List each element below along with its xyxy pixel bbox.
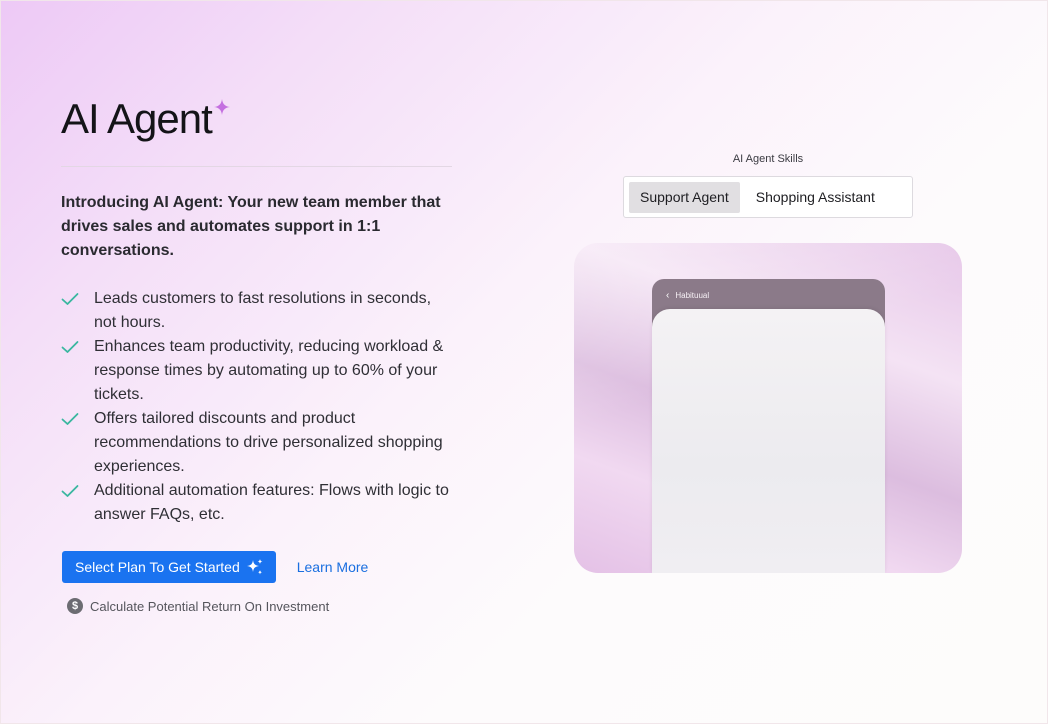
feature-item: Additional automation features: Flows wi… — [61, 479, 451, 527]
select-plan-label: Select Plan To Get Started — [75, 559, 240, 575]
feature-item: Offers tailored discounts and product re… — [61, 407, 451, 479]
learn-more-link[interactable]: Learn More — [297, 559, 369, 575]
feature-item: Leads customers to fast resolutions in s… — [61, 287, 451, 335]
feature-list: Leads customers to fast resolutions in s… — [61, 287, 451, 527]
check-icon — [61, 287, 83, 311]
check-icon — [61, 335, 83, 359]
roi-link[interactable]: $ Calculate Potential Return On Investme… — [67, 598, 329, 614]
tab-support-agent[interactable]: Support Agent — [629, 181, 740, 213]
chevron-left-icon[interactable]: ‹ — [666, 291, 669, 301]
title-row: AI Agent — [61, 95, 230, 143]
skills-tabs: Support Agent Shopping Assistant — [623, 176, 913, 218]
roi-label: Calculate Potential Return On Investment — [90, 598, 330, 614]
skills-label: AI Agent Skills — [732, 153, 804, 165]
dollar-icon: $ — [67, 598, 83, 614]
feature-text: Enhances team productivity, reducing wor… — [94, 338, 444, 403]
tab-shopping-assistant[interactable]: Shopping Assistant — [745, 182, 886, 213]
cta-row: Select Plan To Get Started Learn More — [62, 551, 368, 583]
page-title: AI Agent — [61, 95, 213, 142]
feature-text: Leads customers to fast resolutions in s… — [94, 290, 432, 331]
sparkles-icon — [246, 559, 263, 575]
check-icon — [61, 479, 83, 503]
feature-text: Additional automation features: Flows wi… — [94, 482, 449, 523]
feature-text: Offers tailored discounts and product re… — [94, 410, 443, 475]
check-icon — [61, 407, 83, 431]
page: AI Agent Introducing AI Agent: Your new … — [0, 0, 1048, 724]
chat-body — [652, 309, 885, 573]
divider — [61, 166, 452, 167]
sparkle-icon — [213, 99, 230, 115]
intro-text: Introducing AI Agent: Your new team memb… — [61, 194, 441, 259]
feature-item: Enhances team productivity, reducing wor… — [61, 335, 451, 407]
chat-header-title: Habituual — [675, 291, 710, 300]
agent-preview: ‹ Habituual — [574, 243, 962, 573]
select-plan-button[interactable]: Select Plan To Get Started — [62, 551, 276, 583]
